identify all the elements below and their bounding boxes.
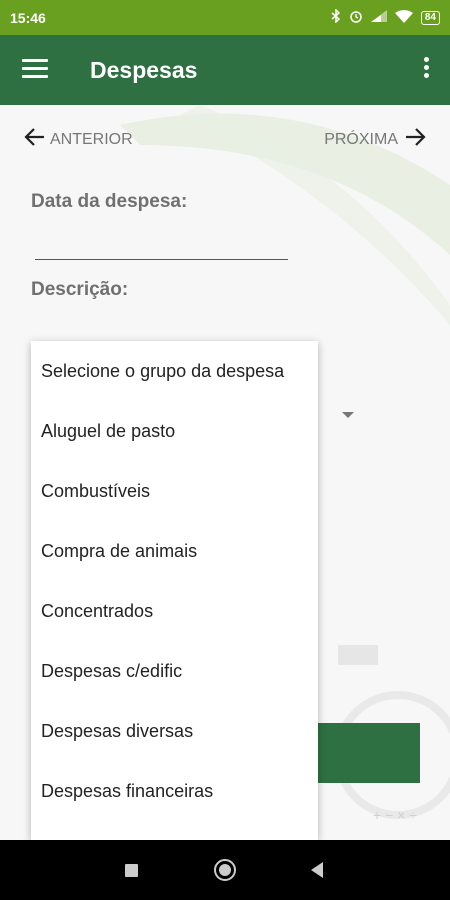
dropdown-item[interactable]: Concentrados (31, 581, 318, 641)
arrow-left-icon (24, 127, 46, 152)
expense-group-dropdown[interactable]: Selecione o grupo da despesa Aluguel de … (31, 341, 318, 840)
save-button[interactable] (318, 723, 420, 783)
dropdown-arrow-icon[interactable] (342, 412, 354, 418)
back-icon[interactable] (311, 862, 323, 878)
dropdown-item[interactable]: Despesas financeiras (31, 761, 318, 821)
bluetooth-icon (331, 8, 341, 26)
status-time: 15:46 (10, 9, 46, 26)
date-field[interactable] (35, 259, 288, 260)
previous-button[interactable]: ANTERIOR (24, 127, 133, 152)
dropdown-item[interactable]: Combustíveis (31, 461, 318, 521)
previous-label: ANTERIOR (50, 130, 133, 148)
next-label: PRÓXIMA (324, 130, 398, 148)
alarm-icon (349, 9, 363, 26)
dropdown-item[interactable]: Compra de animais (31, 521, 318, 581)
recents-icon[interactable] (125, 864, 138, 877)
battery-icon: 84 (420, 10, 440, 25)
status-bar: 15:46 84 (0, 0, 450, 35)
status-icons: 84 (331, 8, 440, 26)
menu-icon[interactable] (22, 59, 48, 79)
dropdown-item[interactable]: Despesas c/edific (31, 641, 318, 701)
signal-icon (370, 10, 387, 25)
svg-text:+ − × ÷: + − × ÷ (373, 807, 417, 823)
app-bar: Despesas (0, 35, 450, 105)
home-icon[interactable] (214, 859, 236, 881)
arrow-right-icon (404, 127, 426, 152)
date-label: Data da despesa: (31, 191, 188, 212)
next-button[interactable]: PRÓXIMA (324, 127, 426, 152)
dropdown-item[interactable]: Despesas diversas (31, 701, 318, 761)
wifi-icon (394, 9, 413, 26)
system-nav-bar (0, 840, 450, 900)
overflow-menu-icon[interactable] (424, 57, 430, 81)
dropdown-item[interactable]: Selecione o grupo da despesa (31, 341, 318, 401)
description-label: Descrição: (31, 279, 129, 300)
dropdown-item[interactable]: Aluguel de pasto (31, 401, 318, 461)
page-title: Despesas (90, 57, 198, 83)
